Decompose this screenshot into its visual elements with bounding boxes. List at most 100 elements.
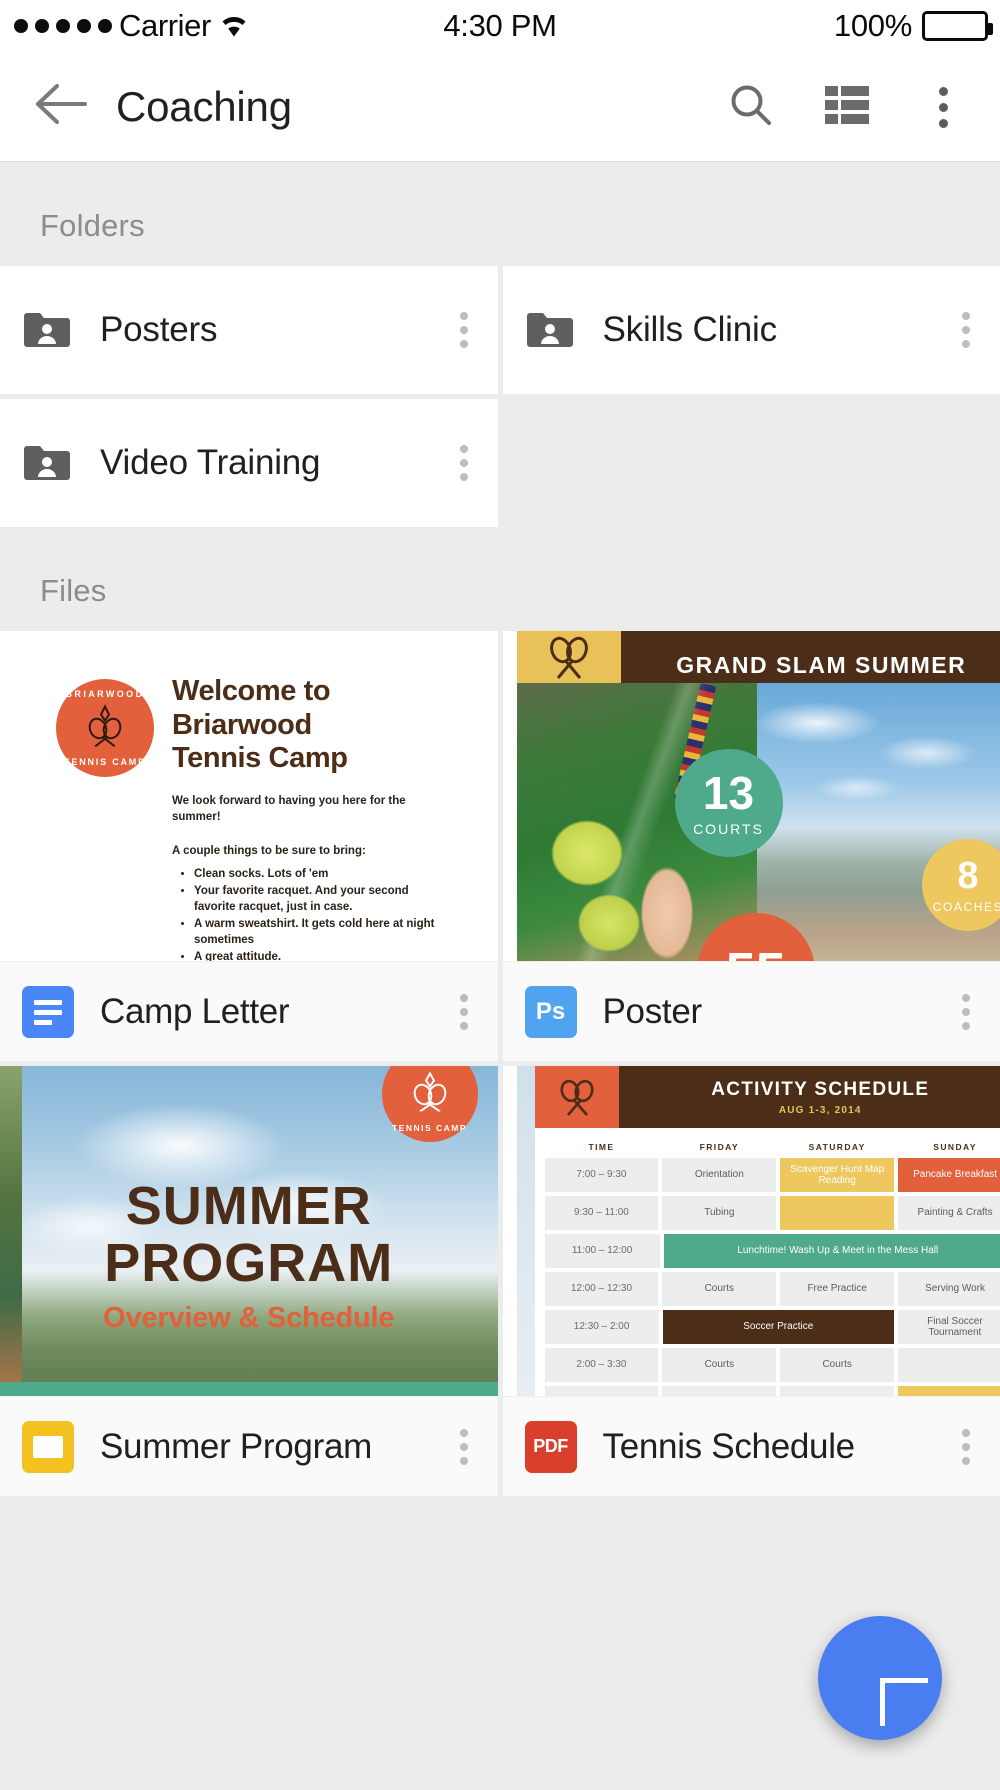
status-bar-right: 100% — [834, 0, 993, 52]
folder-card[interactable]: Video Training — [0, 399, 498, 527]
folder-menu-button[interactable] — [459, 445, 468, 481]
file-row[interactable]: Ps Poster — [502, 961, 1000, 1061]
file-name: Tennis Schedule — [602, 1426, 856, 1466]
search-button[interactable] — [708, 64, 794, 150]
cell-friday: Orientation — [662, 1158, 777, 1192]
badge-caption: COURTS — [693, 820, 764, 837]
letter-bullet-list: Clean socks. Lots of 'em Your favorite r… — [194, 867, 452, 961]
badge-number: 13 — [702, 766, 755, 819]
cell-time: 7:00 – 9:30 — [544, 1158, 659, 1192]
schedule-title: ACTIVITY SCHEDULE — [711, 1078, 930, 1100]
poster-banner-text: GRAND SLAM SUMMER — [620, 631, 1000, 683]
seal-bottom-text: TENNIS CAMP — [64, 757, 146, 767]
bottom-spacer — [0, 1496, 1000, 1636]
file-card[interactable]: ACTIVITY SCHEDULE AUG 1-3, 2014 TIME FRI… — [502, 1066, 1000, 1496]
grid-empty-cell — [502, 399, 1000, 527]
overflow-menu-button[interactable] — [900, 64, 986, 150]
crossed-rackets-icon — [408, 1071, 452, 1117]
file-menu-button[interactable] — [962, 993, 970, 1030]
file-card[interactable]: BRIARWOOD TENNIS CAMP — [0, 1066, 498, 1496]
more-vert-icon — [938, 86, 948, 128]
folder-name: Posters — [100, 310, 218, 349]
app-bar: Coaching — [0, 52, 1000, 162]
title-subtitle: Overview & Schedule — [103, 1302, 395, 1335]
clock-label: 4:30 PM — [443, 8, 557, 43]
pdf-icon: PDF — [524, 1420, 577, 1473]
tennis-schedule-preview: ACTIVITY SCHEDULE AUG 1-3, 2014 TIME FRI… — [516, 1066, 1000, 1396]
file-menu-button[interactable] — [962, 1428, 970, 1465]
folder-name: Video Training — [100, 443, 321, 482]
letter-paragraph-2: A couple things to be sure to bring: — [172, 844, 366, 857]
back-button[interactable] — [18, 64, 104, 150]
cell-time: 2:00 – 3:30 — [544, 1348, 659, 1382]
poster-racket-badge — [516, 631, 621, 683]
table-row: 11:00 – 12:00 Lunchtime! Wash Up & Meet … — [544, 1234, 1000, 1268]
letter-heading-line2: Briarwood — [172, 708, 312, 741]
poster-badge-courts: 13 COURTS — [674, 749, 783, 857]
cell-time: 3:30 – 5:00 — [544, 1386, 659, 1396]
view-toggle-button[interactable] — [804, 64, 890, 150]
shared-folder-icon — [22, 310, 72, 350]
table-row: 3:30 – 5:00 BBQ Picnic Fishing! Closing … — [544, 1386, 1000, 1396]
table-row: 2:00 – 3:30 Courts Courts — [544, 1348, 1000, 1382]
cell-saturday: Scavenger Hunt Map Reading — [780, 1158, 895, 1192]
photoshop-icon: Ps — [524, 985, 577, 1038]
app-screen: Carrier 4:30 PM 100% Coaching Folders Po… — [0, 0, 1000, 1790]
camp-letter-body: Welcome to Briarwood Tennis Camp We look… — [172, 657, 452, 961]
column-header: SUNDAY — [933, 1142, 977, 1152]
title-line-1: SUMMER — [125, 1176, 372, 1236]
file-row[interactable]: PDF Tennis Schedule — [502, 1396, 1000, 1496]
files-section-label: Files — [0, 527, 1000, 631]
cell-friday: Courts — [662, 1272, 777, 1306]
file-row[interactable]: Camp Letter — [0, 961, 498, 1061]
file-menu-button[interactable] — [459, 1428, 468, 1465]
create-fab-button[interactable] — [818, 1616, 942, 1740]
list-item: Your favorite racquet. And your second f… — [194, 884, 452, 916]
status-bar: Carrier 4:30 PM 100% — [0, 0, 1000, 52]
folder-card[interactable]: Skills Clinic — [502, 266, 1000, 394]
page-title: Coaching — [116, 82, 292, 130]
cell-sunday: Final Soccer Tournament — [897, 1310, 1000, 1344]
cell-sunday: Painting & Crafts — [898, 1196, 1000, 1230]
cell-lunch-span: Lunchtime! Wash Up & Meet in the Mess Ha… — [663, 1234, 1000, 1268]
cell-sunday: Serving Work — [898, 1272, 1000, 1306]
table-row: 12:30 – 2:00 Soccer Practice Final Socce… — [544, 1310, 1000, 1344]
crossed-rackets-icon — [82, 704, 128, 752]
folder-name: Skills Clinic — [602, 310, 778, 349]
table-row: 12:00 – 12:30 Courts Free Practice Servi… — [544, 1272, 1000, 1306]
search-icon — [728, 82, 774, 133]
schedule-title-block: ACTIVITY SCHEDULE AUG 1-3, 2014 — [618, 1066, 1000, 1128]
column-header: FRIDAY — [699, 1142, 739, 1152]
folder-menu-button[interactable] — [962, 312, 970, 348]
folder-card[interactable]: Posters — [0, 266, 498, 394]
cell-saturday: Free Practice — [780, 1272, 895, 1306]
poster-header: GRAND SLAM SUMMER — [516, 631, 1000, 683]
google-slides-icon — [22, 1420, 74, 1473]
file-name: Camp Letter — [100, 991, 290, 1031]
file-menu-button[interactable] — [459, 993, 468, 1030]
table-row: 9:30 – 11:00 Tubing Painting & Crafts — [544, 1196, 1000, 1230]
cell-sunday — [898, 1348, 1000, 1382]
file-thumbnail-poster: GRAND SLAM SUMMER 13 COURTS 8 COACHES — [502, 631, 1000, 961]
column-header: TIME — [588, 1142, 615, 1152]
schedule-header: ACTIVITY SCHEDULE AUG 1-3, 2014 — [534, 1066, 1000, 1128]
folders-section-label: Folders — [0, 162, 1000, 266]
list-item: Clean socks. Lots of 'em — [194, 867, 452, 883]
badge-number: 55 — [725, 945, 785, 961]
schedule-date: AUG 1-3, 2014 — [778, 1104, 862, 1116]
schedule-table: TIME FRIDAY SATURDAY SUNDAY 7:00 – 9:30 … — [544, 1142, 1000, 1396]
file-card[interactable]: BRIARWOOD TENNIS CAMP — [0, 631, 498, 1061]
file-row[interactable]: Summer Program — [0, 1396, 498, 1496]
google-docs-icon — [22, 985, 74, 1038]
column-header: SATURDAY — [808, 1142, 866, 1152]
schedule-page: ACTIVITY SCHEDULE AUG 1-3, 2014 TIME FRI… — [534, 1066, 1000, 1396]
summer-program-title-block: SUMMER PROGRAM Overview & Schedule — [0, 1176, 498, 1335]
badge-caption: COACHES — [932, 899, 1000, 914]
file-card[interactable]: GRAND SLAM SUMMER 13 COURTS 8 COACHES Ps… — [502, 631, 1000, 1061]
schedule-column-headers: TIME FRIDAY SATURDAY SUNDAY — [545, 1142, 1000, 1152]
badge-number: 8 — [957, 854, 979, 897]
cell-time: 11:00 – 12:00 — [544, 1234, 660, 1268]
files-grid: BRIARWOOD TENNIS CAMP Welcome to Briarwo… — [0, 631, 1000, 1496]
list-item: A great attitude. — [194, 950, 452, 961]
folder-menu-button[interactable] — [459, 312, 468, 348]
